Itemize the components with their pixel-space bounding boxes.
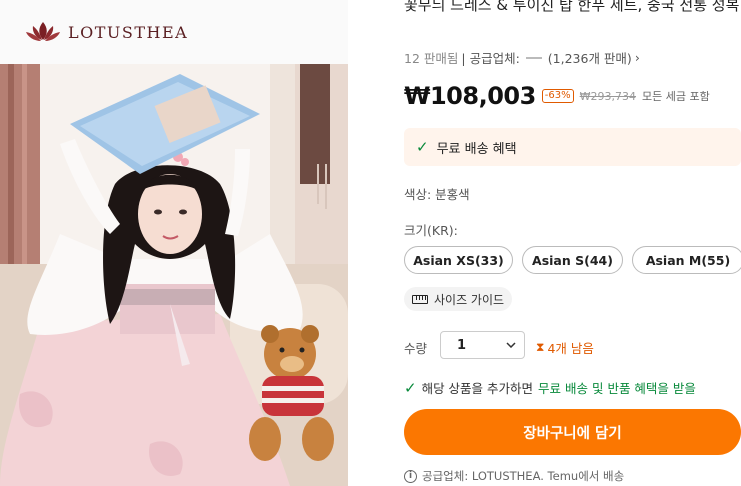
check-icon: ✓ xyxy=(416,138,429,156)
brand-name: LOTUSTHEA xyxy=(68,22,189,42)
size-label: 크기(KR): xyxy=(404,223,458,238)
size-option-xs[interactable]: Asian XS(33) xyxy=(404,246,513,274)
color-label: 색상: 분홍색 xyxy=(404,187,470,202)
size-guide-button[interactable]: 사이즈 가이드 xyxy=(404,287,513,311)
check-icon: ✓ xyxy=(404,378,417,397)
promo-prefix: 해당 상품을 추가하면 xyxy=(421,381,534,396)
brand-header: LOTUSTHEA xyxy=(0,0,348,64)
product-image[interactable] xyxy=(0,64,348,486)
tax-note: 모든 세금 포함 xyxy=(642,90,710,103)
stock-text: 4개 남음 xyxy=(547,341,594,356)
stock-warning: ⧗ 4개 남음 xyxy=(536,338,594,357)
product-title: 꽃무늬 드레스 & 투이진 탑 한푸 세트, 중국 전통 성복 xyxy=(404,0,740,14)
info-icon: i xyxy=(404,469,417,483)
add-to-cart-button[interactable]: 장바구니에 담기 xyxy=(404,409,741,455)
size-options: Asian XS(33) Asian S(44) Asian M(55) xyxy=(404,246,741,274)
quantity-label: 수량 xyxy=(404,341,428,356)
discount-badge: -63% xyxy=(541,89,574,103)
supplier-prefix: | 공급업체: xyxy=(461,51,520,66)
quantity-value: 1 xyxy=(457,337,467,353)
price-row: ₩108,003 -63% ₩293,734 모든 세금 포함 xyxy=(404,82,710,110)
current-price: ₩108,003 xyxy=(404,82,536,110)
size-option-m[interactable]: Asian M(55) xyxy=(632,246,741,274)
quantity-select[interactable]: 1 xyxy=(440,331,525,359)
promo-highlight: 무료 배송 및 반품 혜택을 받을 xyxy=(538,381,696,396)
product-gallery: LOTUSTHEA xyxy=(0,0,348,486)
promo-message: ✓ 해당 상품을 추가하면 무료 배송 및 반품 혜택을 받을 xyxy=(404,378,696,397)
model-photo xyxy=(0,64,348,486)
hourglass-icon: ⧗ xyxy=(536,340,545,354)
shipping-benefit-text: 무료 배송 혜택 xyxy=(436,141,517,157)
chevron-right-icon[interactable]: › xyxy=(635,50,640,65)
supplier-sales-link[interactable]: (1,236개 판매) xyxy=(548,48,632,67)
chevron-down-icon xyxy=(506,342,516,348)
lotus-logo-icon xyxy=(26,22,60,41)
size-guide-label: 사이즈 가이드 xyxy=(434,292,505,307)
ruler-icon xyxy=(412,294,428,304)
size-option-s[interactable]: Asian S(44) xyxy=(522,246,623,274)
supplier-logo-icon xyxy=(525,56,542,59)
seller-note-text: 공급업체: LOTUSTHEA. Temu에서 배송 xyxy=(422,469,625,483)
sales-meta: 12 판매됨 | 공급업체: (1,236개 판매) › xyxy=(404,48,640,67)
sold-count: 12 판매됨 xyxy=(404,51,459,66)
original-price: ₩293,734 xyxy=(579,89,637,103)
free-shipping-banner: ✓ 무료 배송 혜택 xyxy=(404,128,741,166)
seller-note: i 공급업체: LOTUSTHEA. Temu에서 배송 xyxy=(404,468,624,484)
